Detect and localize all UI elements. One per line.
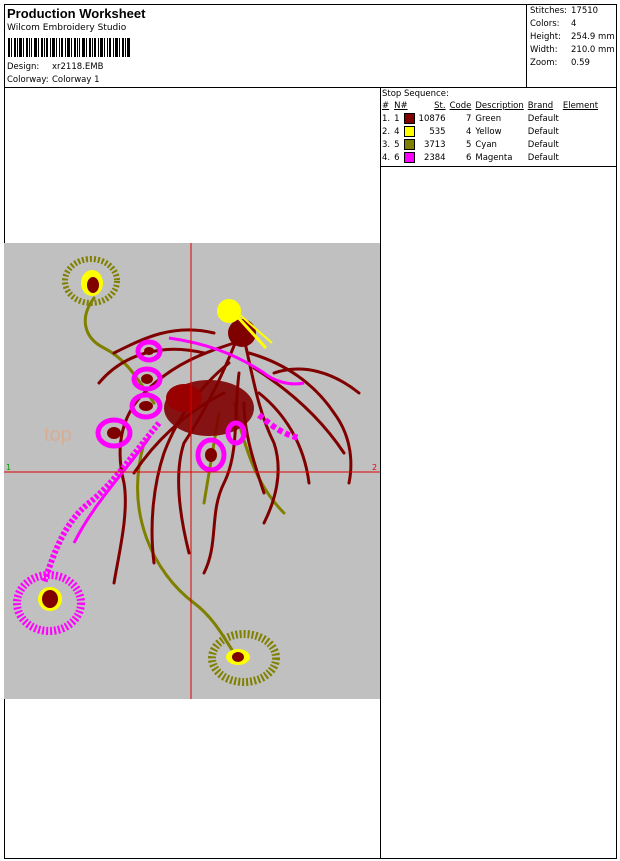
stat-value-width: 210.0 mm <box>571 45 615 55</box>
row-description: Green <box>475 113 502 124</box>
row-element <box>561 138 600 151</box>
row-brand: Default <box>527 152 559 163</box>
table-row: 2. 4 535 4 Yellow Default <box>380 125 600 138</box>
row-code: 5 <box>465 139 472 150</box>
olive-eye-top <box>62 256 120 306</box>
row-number: 4. <box>382 152 391 163</box>
table-row: 4. 6 2384 6 Magenta Default <box>380 151 600 164</box>
maroon-feathers <box>97 328 361 585</box>
row-stitches: 2384 <box>423 152 446 163</box>
col-description: Description <box>475 101 524 111</box>
color-swatch-cell <box>402 138 417 151</box>
design-preview: top 1 2 <box>4 243 380 699</box>
stat-label-zoom: Zoom: <box>530 58 558 68</box>
row-brand: Default <box>527 126 559 137</box>
stat-value-zoom: 0.59 <box>571 58 590 68</box>
col-brand: Brand <box>527 101 554 111</box>
row-number: 2. <box>382 126 391 137</box>
page-title: Production Worksheet <box>7 6 146 21</box>
design-value: xr2118.EMB <box>52 62 104 72</box>
row-needle: 4 <box>394 126 400 137</box>
embroidery-artwork: top 1 2 <box>4 243 380 699</box>
stat-value-stitches: 17510 <box>571 6 599 16</box>
row-code: 6 <box>465 152 472 163</box>
stop-sequence-table: # N# St. Code Description Brand Element … <box>380 100 600 164</box>
olive-eye-bottom <box>208 630 280 686</box>
stop-sequence-title: Stop Sequence: <box>382 89 449 99</box>
col-code: Code <box>449 101 472 111</box>
color-swatch <box>403 139 415 150</box>
stat-label-colors: Colors: <box>530 19 560 29</box>
color-swatch-cell <box>402 151 417 164</box>
colorway-value: Colorway 1 <box>52 75 100 85</box>
magenta-tail <box>13 421 162 635</box>
color-swatch-cell <box>402 125 417 138</box>
col-needle: N# <box>394 101 408 111</box>
row-element <box>561 112 600 125</box>
table-row: 3. 5 3713 5 Cyan Default <box>380 138 600 151</box>
row-number: 3. <box>382 139 391 150</box>
row-needle: 1 <box>394 113 400 124</box>
barcode <box>8 38 130 57</box>
stop-table-bottom <box>380 166 617 167</box>
row-description: Cyan <box>475 139 497 150</box>
color-swatch <box>403 126 415 137</box>
row-brand: Default <box>527 113 559 124</box>
axis-marker-left: 1 <box>6 463 11 472</box>
stop-table-header: # N# St. Code Description Brand Element <box>380 100 600 112</box>
row-number: 1. <box>382 113 391 124</box>
row-brand: Default <box>527 139 559 150</box>
stat-value-height: 254.9 mm <box>571 32 615 42</box>
watermark-text: top <box>44 424 72 446</box>
row-stitches: 535 <box>429 126 446 137</box>
color-swatch <box>403 152 415 163</box>
header-divider <box>4 87 617 88</box>
row-description: Magenta <box>475 152 513 163</box>
stat-label-height: Height: <box>530 32 561 42</box>
row-stitches: 3713 <box>423 139 446 150</box>
software-name: Wilcom Embroidery Studio <box>7 23 127 33</box>
row-code: 4 <box>465 126 472 137</box>
design-label: Design: <box>7 62 40 72</box>
table-row: 1. 1 10876 7 Green Default <box>380 112 600 125</box>
axis-marker-right: 2 <box>372 463 377 472</box>
row-code: 7 <box>465 113 472 124</box>
row-element <box>561 125 600 138</box>
col-number: # <box>382 101 390 111</box>
colorway-label: Colorway: <box>7 75 49 85</box>
stat-label-stitches: Stitches: <box>530 6 568 16</box>
row-needle: 5 <box>394 139 400 150</box>
color-swatch <box>403 113 415 124</box>
color-swatch-cell <box>402 112 417 125</box>
row-description: Yellow <box>475 126 502 137</box>
stat-value-colors: 4 <box>571 19 577 29</box>
row-element <box>561 151 600 164</box>
col-stitches: St. <box>434 101 446 111</box>
stats-divider <box>526 4 527 87</box>
maroon-body <box>164 319 256 436</box>
row-needle: 6 <box>394 152 400 163</box>
stop-panel-divider <box>380 87 381 859</box>
col-element: Element <box>562 101 599 111</box>
row-stitches: 10876 <box>418 113 446 124</box>
stat-label-width: Width: <box>530 45 558 55</box>
